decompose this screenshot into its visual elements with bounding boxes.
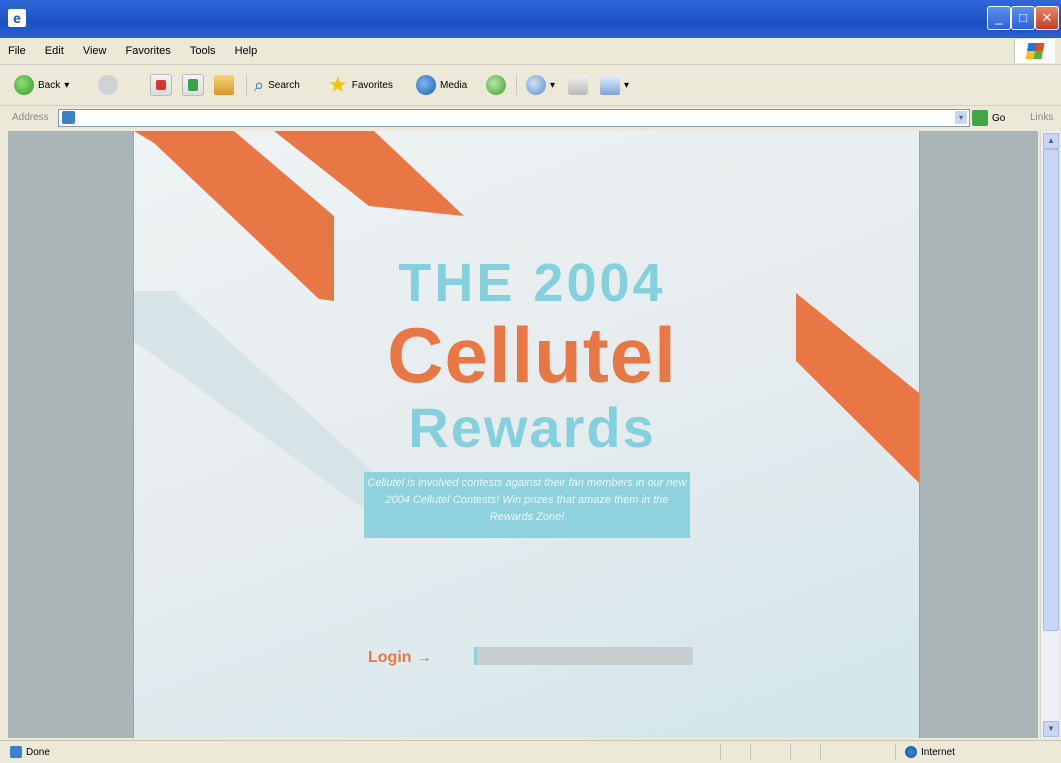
history-button[interactable] bbox=[486, 73, 506, 97]
maximize-button[interactable]: □ bbox=[1011, 6, 1035, 30]
menu-file[interactable]: File bbox=[0, 38, 34, 64]
media-label: Media bbox=[440, 79, 468, 91]
title-bar: e _ □ ✕ bbox=[0, 0, 1061, 38]
refresh-button[interactable] bbox=[182, 73, 204, 97]
close-button[interactable]: ✕ bbox=[1035, 6, 1059, 30]
menu-view[interactable]: View bbox=[75, 38, 115, 64]
ie-icon[interactable]: e bbox=[8, 9, 26, 27]
chevron-down-icon[interactable]: ▾ bbox=[955, 111, 967, 124]
go-label: Go bbox=[992, 112, 1006, 124]
title-line-3: Rewards bbox=[408, 396, 656, 459]
zone-text: Internet bbox=[921, 746, 955, 758]
star-icon: ★ bbox=[328, 72, 348, 97]
scroll-down-arrow-icon[interactable]: ▼ bbox=[1043, 721, 1059, 737]
media-icon bbox=[416, 75, 436, 95]
back-button[interactable]: Back ▾ bbox=[14, 73, 69, 97]
edit-button[interactable]: ▾ bbox=[600, 73, 629, 97]
status-text: Done bbox=[26, 746, 50, 758]
history-icon bbox=[486, 75, 506, 95]
status-bar: Done Internet bbox=[0, 740, 1061, 763]
address-label: Address bbox=[12, 112, 49, 123]
favorites-button[interactable]: ★ Favorites bbox=[328, 72, 393, 97]
windows-logo-icon bbox=[1014, 39, 1055, 63]
menu-bar: File Edit View Favorites Tools Help bbox=[0, 38, 1061, 65]
forward-button[interactable] bbox=[98, 73, 118, 97]
menu-edit[interactable]: Edit bbox=[37, 38, 72, 64]
hero-title: THE 2004 Cellutel Rewards bbox=[362, 253, 702, 459]
title-line-2: Cellutel bbox=[387, 311, 677, 399]
title-line-1: THE 2004 bbox=[398, 253, 666, 313]
links-label[interactable]: Links bbox=[1030, 112, 1053, 123]
vertical-scrollbar[interactable]: ▲ ▼ bbox=[1040, 131, 1059, 738]
stop-button[interactable] bbox=[150, 73, 172, 97]
web-page: THE 2004 Cellutel Rewards Cellutel is in… bbox=[133, 131, 920, 738]
scroll-thumb[interactable] bbox=[1043, 149, 1059, 631]
scroll-up-arrow-icon[interactable]: ▲ bbox=[1043, 133, 1059, 149]
login-input[interactable] bbox=[474, 647, 693, 665]
globe-icon bbox=[905, 746, 917, 758]
minimize-button[interactable]: _ bbox=[987, 6, 1011, 30]
menu-favorites[interactable]: Favorites bbox=[118, 38, 179, 64]
home-icon bbox=[214, 75, 234, 95]
search-button[interactable]: ⌕ Search bbox=[254, 73, 300, 97]
mail-button[interactable]: ▾ bbox=[526, 73, 555, 97]
search-label: Search bbox=[268, 79, 300, 91]
back-arrow-icon bbox=[14, 75, 34, 95]
address-bar: Address ▾ Go Links bbox=[0, 106, 1061, 130]
chevron-down-icon[interactable]: ▾ bbox=[64, 80, 69, 91]
print-icon bbox=[568, 75, 588, 95]
media-button[interactable]: Media bbox=[416, 73, 467, 97]
back-label: Back bbox=[38, 79, 61, 91]
login-link[interactable]: Login → bbox=[368, 649, 432, 667]
go-button[interactable]: Go bbox=[972, 110, 1005, 126]
menu-help[interactable]: Help bbox=[227, 38, 266, 64]
go-arrow-icon bbox=[972, 110, 988, 126]
page-icon bbox=[62, 111, 75, 124]
stop-icon bbox=[150, 74, 172, 96]
chevron-down-icon[interactable]: ▾ bbox=[550, 80, 555, 91]
mail-icon bbox=[526, 75, 546, 95]
page-done-icon bbox=[10, 746, 22, 758]
chevron-down-icon[interactable]: ▾ bbox=[624, 80, 629, 91]
browser-viewport: THE 2004 Cellutel Rewards Cellutel is in… bbox=[8, 131, 1038, 738]
promo-text: Cellutel is involved contests against th… bbox=[364, 472, 690, 538]
favorites-label: Favorites bbox=[351, 79, 393, 91]
home-button[interactable] bbox=[214, 73, 234, 97]
address-input[interactable]: ▾ bbox=[58, 109, 970, 127]
refresh-icon bbox=[182, 74, 204, 96]
toolbar: Back ▾ ⌕ Search ★ Favorites Media ▾ ▾ bbox=[0, 65, 1061, 106]
print-button[interactable] bbox=[568, 73, 588, 97]
forward-arrow-icon bbox=[98, 75, 118, 95]
search-icon: ⌕ bbox=[254, 74, 265, 95]
edit-icon bbox=[600, 75, 620, 95]
menu-tools[interactable]: Tools bbox=[182, 38, 224, 64]
